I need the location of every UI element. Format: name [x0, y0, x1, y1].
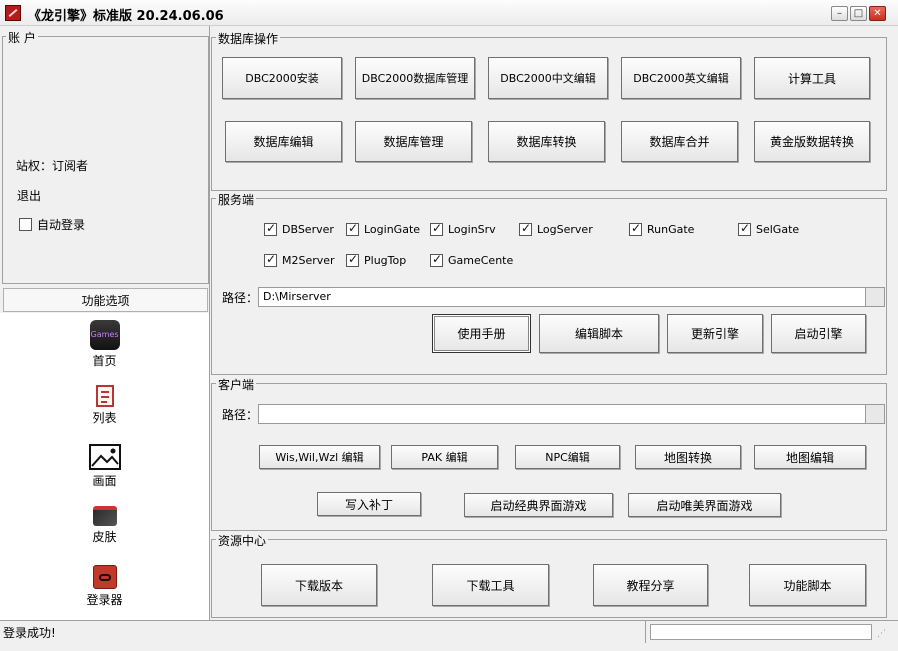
update-engine-button[interactable]: 更新引擎	[667, 314, 763, 353]
resize-grip-icon[interactable]: ⋰	[877, 627, 891, 641]
wil-edit-button[interactable]: Wis,Wil,Wzl 编辑	[259, 445, 380, 469]
picture-icon	[88, 444, 121, 470]
server-path-input[interactable]: D:\Mirserver	[258, 287, 866, 307]
status-field	[650, 624, 872, 640]
check-gamecenter[interactable]: GameCente	[430, 252, 514, 267]
function-script-button[interactable]: 功能脚本	[749, 564, 866, 606]
download-version-button[interactable]: 下载版本	[261, 564, 377, 606]
sidebar-item-home[interactable]: Games 首页	[0, 320, 209, 369]
sidebar-divider	[209, 26, 210, 620]
check-label: LogServer	[537, 223, 593, 236]
check-label: PlugTop	[364, 254, 407, 267]
sidebar-item-launcher[interactable]: 登录器	[0, 565, 209, 608]
write-patch-button[interactable]: 写入补丁	[317, 492, 421, 516]
download-tools-button[interactable]: 下载工具	[432, 564, 549, 606]
sidebar-item-label: 首页	[92, 354, 117, 368]
dbc-db-manage-button[interactable]: DBC2000数据库管理	[355, 57, 475, 99]
checkbox[interactable]	[519, 221, 532, 236]
checkbox[interactable]	[264, 252, 277, 267]
sidebar-item-label: 画面	[92, 474, 117, 488]
permission-text: 站权：订阅者	[16, 159, 89, 173]
launch-classic-button[interactable]: 启动经典界面游戏	[464, 493, 613, 517]
checkbox[interactable]	[346, 221, 359, 236]
sidebar-item-list[interactable]: 列表	[0, 385, 209, 426]
window-title: 《龙引擎》标准版 20.24.06.06	[28, 9, 224, 24]
resources-legend: 资源中心	[216, 532, 269, 549]
title-bar: 《龙引擎》标准版 20.24.06.06 – □ ✕	[0, 0, 898, 26]
gold-convert-button[interactable]: 黄金版数据转换	[754, 121, 870, 162]
checkbox[interactable]	[430, 252, 443, 267]
client-legend: 客户端	[216, 376, 257, 393]
map-convert-button[interactable]: 地图转换	[635, 445, 741, 469]
sidebar-item-skin[interactable]: 皮肤	[0, 506, 209, 545]
sidebar-item-picture[interactable]: 画面	[0, 444, 209, 489]
check-label: SelGate	[756, 223, 800, 236]
launcher-icon	[92, 565, 117, 589]
npc-edit-button[interactable]: NPC编辑	[515, 445, 620, 469]
skin-icon	[92, 506, 117, 526]
logout-link[interactable]: 退出	[17, 187, 41, 204]
checkbox[interactable]	[430, 221, 443, 236]
games-icon: Games	[89, 320, 120, 350]
list-icon	[95, 385, 114, 407]
check-dbserver[interactable]: DBServer	[264, 221, 334, 236]
check-logserver[interactable]: LogServer	[519, 221, 593, 236]
db-convert-button[interactable]: 数据库转换	[488, 121, 605, 162]
check-label: LoginGate	[364, 223, 421, 236]
start-engine-button[interactable]: 启动引擎	[771, 314, 866, 353]
edit-script-button[interactable]: 编辑脚本	[539, 314, 659, 353]
checkbox[interactable]	[629, 221, 642, 236]
checkbox[interactable]	[738, 221, 751, 236]
status-message: 登录成功!	[3, 626, 56, 640]
map-edit-button[interactable]: 地图编辑	[754, 445, 866, 469]
check-m2server[interactable]: M2Server	[264, 252, 335, 267]
client-path-input[interactable]	[258, 404, 866, 424]
dbc-install-button[interactable]: DBC2000安装	[222, 57, 342, 99]
check-rungate[interactable]: RunGate	[629, 221, 695, 236]
sidebar-item-label: 列表	[92, 411, 117, 425]
check-selgate[interactable]: SelGate	[738, 221, 800, 236]
server-path-browse-button[interactable]	[865, 287, 885, 307]
app-logo-icon	[5, 5, 21, 21]
check-label: M2Server	[282, 254, 335, 267]
minimize-button[interactable]: –	[831, 6, 848, 21]
launch-beauty-button[interactable]: 启动唯美界面游戏	[628, 493, 781, 517]
check-label: DBServer	[282, 223, 334, 236]
autologin-label: 自动登录	[37, 218, 86, 232]
db-manage-button[interactable]: 数据库管理	[355, 121, 472, 162]
manual-button[interactable]: 使用手册	[432, 314, 531, 353]
server-legend: 服务端	[216, 191, 257, 208]
maximize-button[interactable]: □	[850, 6, 867, 21]
dbc-en-edit-button[interactable]: DBC2000英文编辑	[621, 57, 741, 99]
sidebar: Games 首页 列表 画面 皮肤 登录器	[0, 313, 210, 620]
close-button[interactable]: ✕	[869, 6, 886, 21]
check-plugtop[interactable]: PlugTop	[346, 252, 407, 267]
client-path-browse-button[interactable]	[865, 404, 885, 424]
tutorial-share-button[interactable]: 教程分享	[593, 564, 708, 606]
dbc-cn-edit-button[interactable]: DBC2000中文编辑	[488, 57, 608, 99]
check-label: RunGate	[647, 223, 695, 236]
check-loginsrv[interactable]: LoginSrv	[430, 221, 496, 236]
check-logingate[interactable]: LoginGate	[346, 221, 421, 236]
autologin-box[interactable]	[19, 218, 32, 231]
checkbox[interactable]	[346, 252, 359, 267]
status-divider	[645, 621, 646, 643]
check-label: LoginSrv	[448, 223, 496, 236]
check-label: GameCente	[448, 254, 514, 267]
sidebar-item-label: 登录器	[86, 593, 123, 607]
account-legend: 账 户	[6, 29, 38, 46]
db-merge-button[interactable]: 数据库合并	[621, 121, 738, 162]
autologin-checkbox[interactable]: 自动登录	[19, 216, 85, 233]
client-path-label: 路径：	[222, 408, 259, 422]
server-path-label: 路径：	[222, 291, 259, 305]
checkbox[interactable]	[264, 221, 277, 236]
status-bar: 登录成功! ⋰	[0, 620, 898, 651]
pak-edit-button[interactable]: PAK 编辑	[391, 445, 498, 469]
function-options-header: 功能选项	[3, 288, 208, 312]
db-legend: 数据库操作	[216, 30, 281, 47]
calc-tool-button[interactable]: 计算工具	[754, 57, 870, 99]
db-edit-button[interactable]: 数据库编辑	[225, 121, 342, 162]
sidebar-item-label: 皮肤	[92, 530, 117, 544]
